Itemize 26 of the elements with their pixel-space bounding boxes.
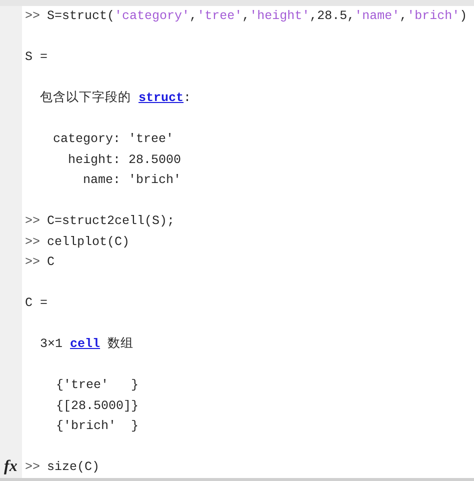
prompt: >>: [25, 254, 40, 271]
field-value: 'tree': [128, 131, 175, 148]
command-text: size(C): [47, 459, 100, 476]
prompt: >>: [25, 8, 40, 25]
output-line: S =: [25, 50, 48, 64]
command-line: C: [47, 254, 55, 271]
output-line: 包含以下字段的 struct:: [40, 91, 192, 105]
command-line: S=struct('category','tree','height',28.5,'name','brich'): [47, 8, 468, 25]
field-name: name:: [82, 172, 121, 189]
field-name: category:: [53, 131, 121, 148]
link[interactable]: cell: [70, 337, 100, 351]
command-line: cellplot(C): [47, 234, 130, 250]
link[interactable]: struct: [138, 91, 184, 105]
output-line: C =: [25, 296, 48, 310]
prompt: >>: [25, 213, 40, 230]
cell-value: {[28.5000]}: [56, 398, 139, 414]
output-line: 3×1 cell 数组: [40, 337, 134, 351]
field-value: 28.5000: [128, 152, 182, 168]
cell-value: {'brich' }: [56, 418, 139, 435]
cell-value: {'tree' }: [56, 377, 139, 394]
command-line: C=struct2cell(S);: [47, 213, 175, 230]
prompt: >>: [25, 234, 40, 250]
field-value: 'brich': [128, 172, 182, 189]
function-icon: fx: [4, 458, 22, 476]
prompt: >>: [25, 459, 40, 476]
field-name: height:: [67, 152, 121, 168]
